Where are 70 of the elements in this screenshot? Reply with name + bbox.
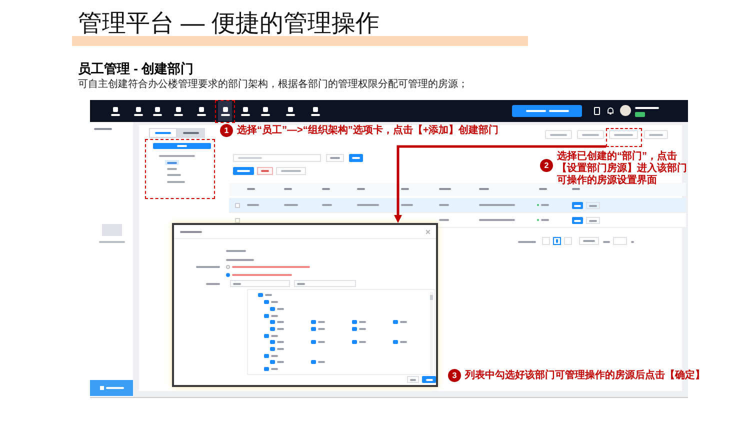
card-placeholder (102, 224, 122, 236)
checkbox[interactable] (311, 340, 316, 344)
highlight-frame (145, 139, 215, 199)
checkbox[interactable] (352, 320, 357, 324)
select-field[interactable] (230, 280, 290, 287)
highlight-frame (215, 100, 235, 123)
checkbox[interactable] (311, 326, 316, 330)
more-dropdown[interactable] (586, 217, 600, 224)
step-instruction: 选择“员工”—>“组织架构”选项卡，点击【+添加】创建部门 (237, 124, 500, 137)
checkbox[interactable] (264, 300, 269, 304)
prev-page-button[interactable] (542, 237, 550, 245)
edit-button[interactable] (572, 202, 583, 209)
step-instruction: 选择已创建的“部门”，点击【设置部门房源】进入该部门可操作的房源设置界面 (557, 151, 688, 187)
close-icon[interactable] (426, 230, 430, 234)
checkbox[interactable] (270, 360, 275, 364)
radio-button[interactable] (226, 273, 230, 277)
highlight-frame (606, 128, 642, 147)
move-button[interactable] (276, 167, 306, 175)
checkbox[interactable] (264, 314, 269, 318)
account-button[interactable] (512, 105, 582, 117)
checkbox[interactable] (352, 326, 357, 330)
section-heading: 员工管理 - 创建部门 (78, 61, 194, 77)
confirm-button[interactable] (422, 376, 436, 383)
checkbox[interactable] (311, 320, 316, 324)
device-icon[interactable] (594, 107, 600, 115)
radio-button[interactable] (226, 265, 230, 269)
slide-title: 管理平台 — 便捷的管理操作 (78, 9, 380, 39)
more-dropdown[interactable] (586, 202, 600, 209)
checkbox[interactable] (270, 346, 275, 350)
page-input[interactable] (613, 237, 627, 245)
add-employee-button[interactable] (233, 167, 254, 175)
checkbox[interactable] (311, 360, 316, 364)
checkbox[interactable] (270, 320, 275, 324)
checkbox[interactable] (258, 293, 263, 297)
nav-item[interactable] (218, 101, 232, 121)
checkbox[interactable] (264, 334, 269, 338)
page-size-dropdown[interactable] (579, 237, 599, 245)
add-button[interactable] (153, 143, 211, 149)
step-instruction: 列表中勾选好该部门可管理操作的房源后点击【确定】 (465, 369, 706, 382)
toolbar-button[interactable] (577, 130, 604, 139)
checkbox[interactable] (393, 340, 398, 344)
row-checkbox[interactable] (235, 218, 240, 223)
checkbox[interactable] (270, 306, 275, 310)
tree-item[interactable] (165, 160, 179, 165)
page-button[interactable] (553, 237, 561, 245)
delete-button[interactable] (257, 167, 273, 175)
checkbox[interactable] (264, 367, 269, 371)
toolbar-button[interactable] (644, 130, 668, 139)
section-description: 可自主创建符合办公楼管理要求的部门架构，根据各部门的管理权限分配可管理的房源； (78, 79, 468, 91)
tab[interactable] (177, 128, 205, 138)
select-field[interactable] (294, 280, 356, 287)
bell-icon[interactable] (607, 107, 614, 115)
query-button[interactable] (349, 154, 363, 162)
sidebar-button[interactable] (90, 380, 133, 396)
checkbox[interactable] (393, 320, 398, 324)
filter-dropdown[interactable] (326, 154, 344, 162)
toolbar-button[interactable] (545, 130, 572, 139)
checkbox[interactable] (352, 340, 357, 344)
row-checkbox[interactable] (235, 203, 240, 208)
cancel-button[interactable] (407, 376, 419, 383)
tab[interactable] (149, 128, 177, 138)
toolbar-button[interactable] (609, 130, 638, 139)
next-page-button[interactable] (564, 237, 572, 245)
role-badge (635, 112, 645, 117)
checkbox[interactable] (270, 340, 275, 344)
avatar-icon[interactable] (620, 105, 631, 116)
checkbox[interactable] (270, 326, 275, 330)
edit-button[interactable] (572, 217, 583, 224)
search-field[interactable] (233, 154, 321, 162)
checkbox[interactable] (264, 354, 269, 358)
